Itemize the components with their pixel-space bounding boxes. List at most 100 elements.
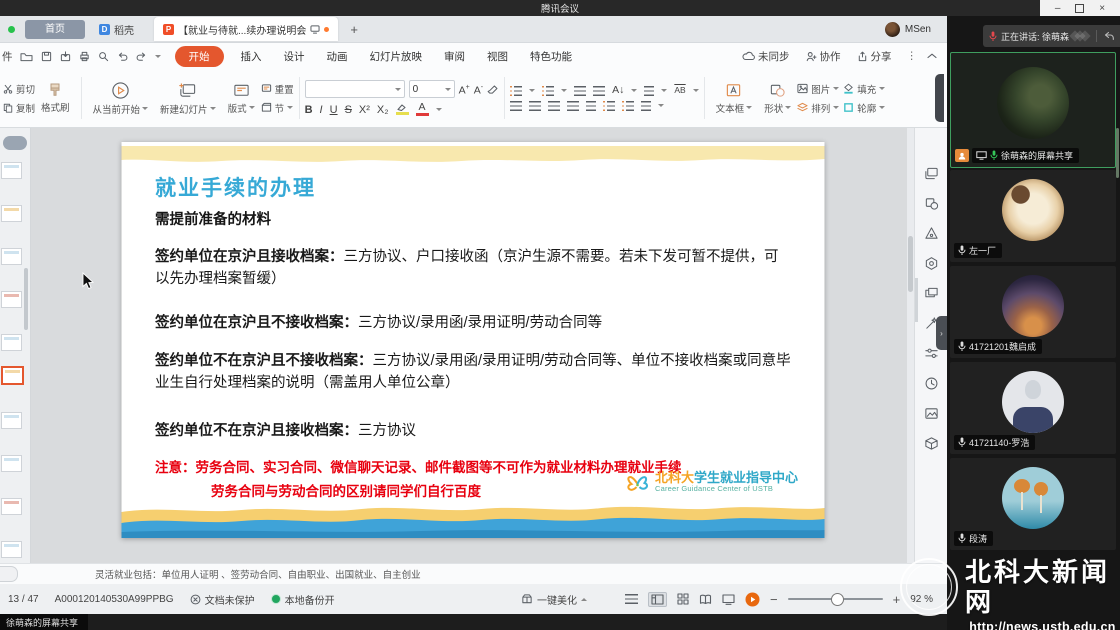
align-text-icon[interactable] bbox=[644, 86, 654, 96]
underline-button[interactable]: U bbox=[330, 104, 338, 116]
reset-button[interactable]: 重置 bbox=[261, 82, 294, 96]
italic-button[interactable]: I bbox=[320, 104, 323, 116]
slide-thumbnail[interactable] bbox=[1, 541, 22, 558]
box-tool-icon[interactable] bbox=[924, 436, 939, 451]
shapes-tool-icon[interactable] bbox=[924, 196, 939, 211]
menu-review[interactable]: 审阅 bbox=[433, 49, 476, 64]
participant-tile-presenter[interactable]: 徐萌森的屏幕共享 bbox=[950, 52, 1116, 168]
notes-toggle[interactable] bbox=[0, 566, 18, 582]
arrange-button[interactable]: 排列 bbox=[797, 101, 839, 115]
play-slideshow-button[interactable] bbox=[745, 592, 760, 607]
font-size-combo[interactable]: 0 bbox=[409, 80, 455, 98]
menu-special-features[interactable]: 特色功能 bbox=[519, 49, 583, 64]
participant-tile[interactable]: 41721201魏启成 bbox=[950, 266, 1116, 358]
slide-thumbnail[interactable] bbox=[1, 248, 22, 265]
superscript-button[interactable]: X² bbox=[359, 104, 370, 116]
highlight-color-button[interactable] bbox=[396, 104, 409, 115]
account-area[interactable]: MSen bbox=[885, 22, 931, 37]
collaborate-button[interactable]: 协作 bbox=[801, 49, 846, 64]
outline-button[interactable]: 轮廓 bbox=[843, 101, 885, 115]
columns-icon[interactable]: AB bbox=[674, 86, 685, 95]
strike-button[interactable]: S bbox=[345, 104, 352, 116]
subscript-button[interactable]: X₂ bbox=[377, 104, 389, 116]
close-button[interactable]: × bbox=[1099, 3, 1105, 14]
thumbnail-scrollbar[interactable] bbox=[24, 268, 28, 330]
slide-thumbnail[interactable] bbox=[1, 162, 22, 179]
export-icon[interactable] bbox=[60, 51, 71, 62]
zoom-out-button[interactable]: − bbox=[770, 592, 778, 607]
view-normal-button[interactable] bbox=[648, 592, 667, 607]
line-spacing-icon[interactable] bbox=[603, 101, 615, 111]
tab-home[interactable]: 首页 bbox=[25, 20, 85, 39]
ribbon-side-handle[interactable] bbox=[935, 74, 944, 122]
slide-thumbnail[interactable] bbox=[1, 412, 22, 429]
zoom-slider[interactable] bbox=[788, 598, 883, 600]
view-notes-icon[interactable] bbox=[625, 594, 638, 604]
font-name-combo[interactable] bbox=[305, 80, 405, 98]
minimize-button[interactable]: – bbox=[1055, 3, 1061, 14]
shapes-button[interactable]: 形状 bbox=[758, 82, 797, 115]
protect-status[interactable]: 文档未保护 bbox=[190, 592, 255, 607]
slide-thumbnail[interactable] bbox=[1, 291, 22, 308]
menu-design[interactable]: 设计 bbox=[273, 49, 316, 64]
menu-insert[interactable]: 插入 bbox=[230, 49, 273, 64]
section-button[interactable]: 节 bbox=[261, 101, 294, 115]
bullets-icon[interactable] bbox=[510, 86, 522, 96]
textbox-button[interactable]: 文本框 bbox=[710, 82, 759, 115]
undo-icon[interactable] bbox=[117, 51, 128, 62]
layout-button[interactable]: 版式 bbox=[222, 82, 261, 115]
open-icon[interactable] bbox=[20, 51, 33, 62]
increase-font-button[interactable]: A+ bbox=[459, 83, 470, 96]
hexagon-tool-icon[interactable] bbox=[924, 256, 939, 271]
menu-start[interactable]: 开始 bbox=[175, 46, 224, 67]
slide-thumbnail[interactable] bbox=[1, 498, 22, 515]
clear-format-icon[interactable] bbox=[487, 83, 499, 95]
customize-toolbar-caret-icon[interactable] bbox=[155, 55, 161, 58]
more-menu-icon[interactable]: ⋮ bbox=[903, 50, 922, 62]
slide-thumbnail[interactable] bbox=[1, 205, 22, 222]
backup-status[interactable]: 本地备份开 bbox=[271, 592, 335, 607]
reply-arrow-icon[interactable] bbox=[1104, 31, 1115, 41]
bold-button[interactable]: B bbox=[305, 104, 313, 116]
align-right-icon[interactable] bbox=[548, 101, 560, 111]
participant-tile[interactable]: 段涛 bbox=[950, 458, 1116, 550]
sidebar-scrollbar[interactable] bbox=[1116, 128, 1119, 178]
image-tool-icon[interactable] bbox=[924, 406, 939, 421]
maximize-button[interactable] bbox=[1075, 4, 1084, 13]
font-color-button[interactable]: A bbox=[416, 103, 429, 116]
justify-icon[interactable] bbox=[567, 101, 579, 111]
decrease-indent-icon[interactable] bbox=[574, 86, 586, 96]
menu-animation[interactable]: 动画 bbox=[316, 49, 359, 64]
slide-thumbnail[interactable] bbox=[1, 334, 22, 351]
view-reading-button[interactable] bbox=[699, 594, 712, 605]
sync-status[interactable]: 未同步 bbox=[737, 49, 795, 64]
badge-tool-icon[interactable] bbox=[924, 226, 939, 241]
collapse-ribbon-icon[interactable] bbox=[927, 53, 937, 59]
history-clock-icon[interactable] bbox=[924, 376, 939, 391]
print-preview-icon[interactable] bbox=[98, 51, 109, 62]
copy-button[interactable]: 复制 bbox=[3, 101, 35, 115]
slide-thumbnail[interactable] bbox=[1, 455, 22, 472]
play-from-current-button[interactable]: 从当前开始 bbox=[87, 81, 155, 116]
text-direction-icon[interactable]: A↓ bbox=[612, 86, 624, 95]
duplicate-slide-icon[interactable] bbox=[924, 166, 939, 181]
align-left-icon[interactable] bbox=[510, 101, 522, 111]
print-icon[interactable] bbox=[79, 51, 90, 62]
tools-scrollbar[interactable] bbox=[915, 278, 918, 322]
decrease-font-button[interactable]: A- bbox=[474, 83, 483, 96]
zoom-slider-knob[interactable] bbox=[831, 593, 844, 606]
increase-indent-icon[interactable] bbox=[593, 86, 605, 96]
numbering-icon[interactable] bbox=[542, 86, 554, 96]
file-menu[interactable]: 件 bbox=[0, 49, 18, 64]
cut-button[interactable]: 剪切 bbox=[3, 82, 35, 96]
participant-tile[interactable]: 左一厂 bbox=[950, 170, 1116, 262]
align-center-icon[interactable] bbox=[529, 101, 541, 111]
view-sorter-button[interactable] bbox=[677, 593, 689, 605]
distribute-icon[interactable] bbox=[586, 101, 596, 111]
tab-document[interactable]: P 【就业与待就...续办理说明会 bbox=[154, 17, 338, 41]
panel-collapse-handle[interactable]: › bbox=[936, 316, 947, 350]
save-icon[interactable] bbox=[41, 51, 52, 62]
thumbnail-panel-toggle[interactable] bbox=[3, 136, 27, 150]
share-button[interactable]: 分享 bbox=[852, 49, 897, 64]
new-tab-button[interactable]: + bbox=[350, 22, 358, 37]
